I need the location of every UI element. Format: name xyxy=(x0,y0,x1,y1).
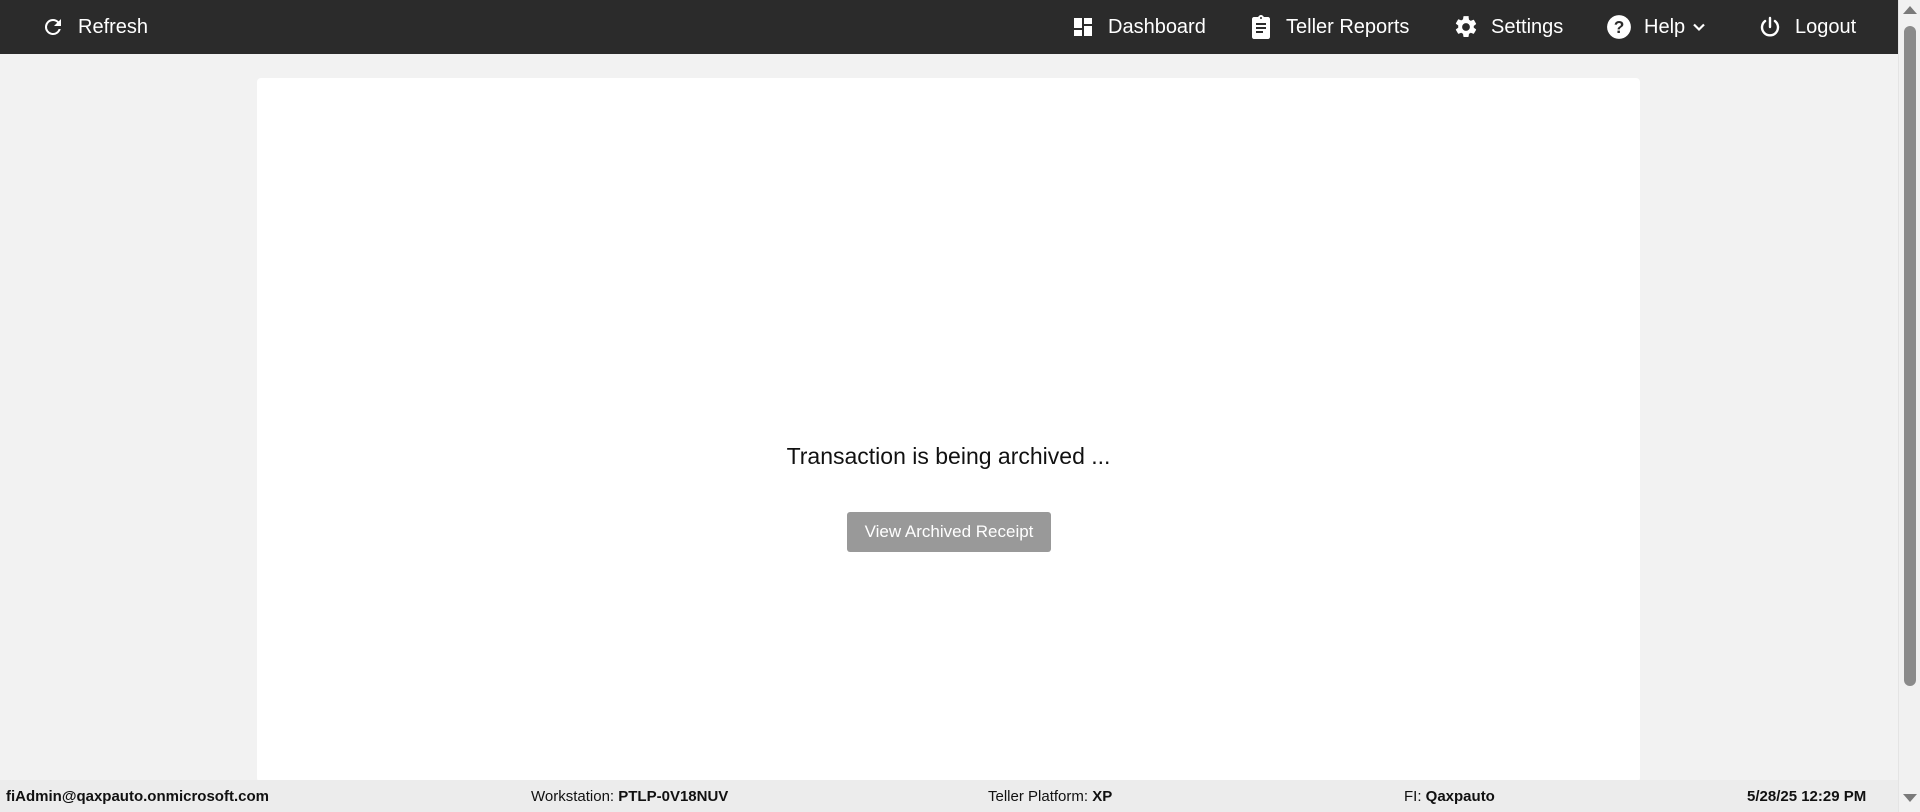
status-footer: fiAdmin@qaxpauto.onmicrosoft.com Worksta… xyxy=(0,780,1898,812)
footer-datetime: 5/28/25 12:29 PM xyxy=(1747,788,1867,805)
dashboard-button[interactable]: Dashboard xyxy=(1070,0,1206,54)
teller-reports-label: Teller Reports xyxy=(1286,15,1410,38)
vertical-scrollbar[interactable] xyxy=(1898,0,1920,812)
help-icon: ? xyxy=(1606,14,1632,40)
teller-reports-button[interactable]: Teller Reports xyxy=(1248,0,1409,54)
fi-label: FI: xyxy=(1404,788,1422,805)
refresh-button[interactable]: Refresh xyxy=(40,0,148,54)
footer-teller-platform: Teller Platform: XP xyxy=(988,788,1112,805)
chevron-down-icon xyxy=(1691,19,1707,35)
main-content-card: Transaction is being archived ... View A… xyxy=(257,78,1640,782)
fi-value: Qaxpauto xyxy=(1425,788,1495,805)
refresh-icon xyxy=(40,14,66,40)
svg-text:?: ? xyxy=(1614,17,1625,37)
workstation-label: Workstation: xyxy=(531,788,615,805)
scroll-up-arrow-icon[interactable] xyxy=(1903,6,1917,14)
power-icon xyxy=(1757,14,1783,40)
teller-platform-label: Teller Platform: xyxy=(988,788,1089,805)
archiving-status-message: Transaction is being archived ... xyxy=(786,443,1111,469)
top-navigation-bar: Refresh Dashboard Teller Reports Setting… xyxy=(0,0,1898,54)
workstation-value: PTLP-0V18NUV xyxy=(618,788,729,805)
help-label: Help xyxy=(1644,15,1686,38)
teller-platform-value: XP xyxy=(1092,788,1113,805)
dashboard-icon xyxy=(1070,14,1096,40)
settings-button[interactable]: Settings xyxy=(1453,0,1563,54)
dashboard-label: Dashboard xyxy=(1108,15,1206,38)
scrollbar-thumb[interactable] xyxy=(1904,26,1916,686)
gear-icon xyxy=(1453,14,1479,40)
footer-user: fiAdmin@qaxpauto.onmicrosoft.com xyxy=(6,788,269,805)
scroll-down-arrow-icon[interactable] xyxy=(1903,794,1917,802)
logout-label: Logout xyxy=(1795,15,1857,38)
help-menu-button[interactable]: ? Help xyxy=(1606,0,1707,54)
footer-workstation: Workstation: PTLP-0V18NUV xyxy=(531,788,728,805)
refresh-label: Refresh xyxy=(78,15,149,38)
clipboard-icon xyxy=(1248,14,1274,40)
logout-button[interactable]: Logout xyxy=(1757,0,1856,54)
settings-label: Settings xyxy=(1491,15,1564,38)
footer-fi: FI: Qaxpauto xyxy=(1404,788,1495,805)
view-archived-receipt-button[interactable]: View Archived Receipt xyxy=(847,512,1051,552)
